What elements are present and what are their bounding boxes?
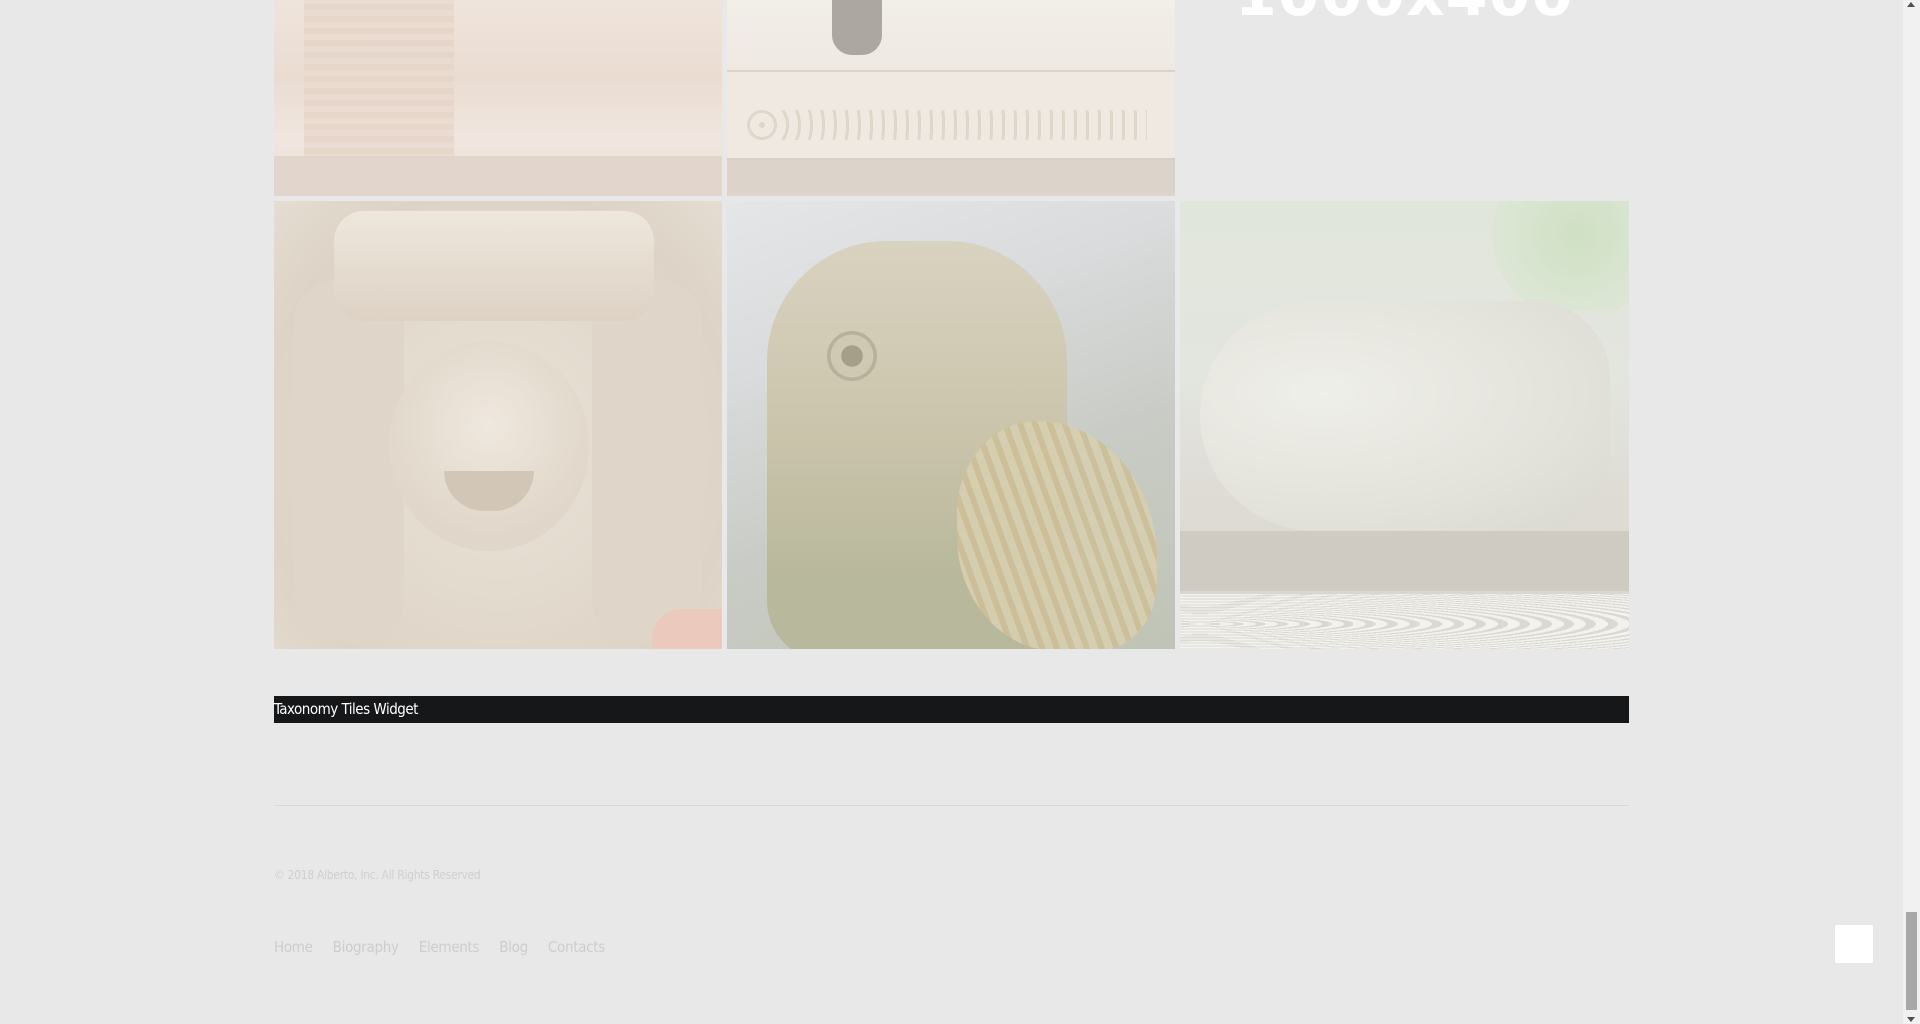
copyright-text: © 2018 Alberto, Inc. All Rights Reserved [274,868,481,882]
object-silhouette [832,0,882,55]
scroll-down-arrow-icon[interactable] [1907,1017,1915,1022]
footer-nav-blog[interactable]: Blog [499,938,528,956]
pebbles [1180,594,1629,649]
statue-ingot [334,211,654,321]
baby-statue [1200,301,1610,531]
scroll-up-arrow-icon[interactable] [1907,2,1915,7]
fish-fin [957,421,1157,649]
statue-head [389,341,589,551]
footer-nav-elements[interactable]: Elements [419,938,480,956]
tile-shadow [274,156,722,196]
gallery-tile-koi[interactable] [727,201,1175,649]
gallery-tile-sleeping-baby[interactable] [1180,201,1629,649]
footer-divider [274,805,1629,806]
footer-nav-contacts[interactable]: Contacts [548,938,605,956]
gallery-tile-placeholder[interactable]: 1000x400 [1180,0,1629,196]
scrollbar-thumb[interactable] [1906,912,1917,1010]
gallery-tile-buddha[interactable] [274,201,722,649]
flower [652,609,722,649]
footer-nav-biography[interactable]: Biography [333,938,399,956]
carved-pattern [747,110,1147,140]
stone-slab [1180,531,1629,591]
footer-nav-home[interactable]: Home [274,938,313,956]
footer-nav: Home Biography Elements Blog Contacts [274,938,605,956]
back-to-top-button[interactable] [1835,925,1873,963]
statue-arm-left [294,281,404,641]
leaves [1459,201,1629,311]
base-legs [727,160,1175,196]
page-scrollbar[interactable] [1903,0,1920,1024]
widget-title-bar: Taxonomy Tiles Widget [274,696,1629,723]
statue-arm-right [592,281,702,641]
widget-title: Taxonomy Tiles Widget [274,700,418,718]
placeholder-dimensions: 1000x400 [1180,0,1629,30]
gallery-tile-pottery[interactable] [274,0,722,196]
fish-eye [827,331,877,381]
gallery-tile-carved-base[interactable] [727,0,1175,196]
